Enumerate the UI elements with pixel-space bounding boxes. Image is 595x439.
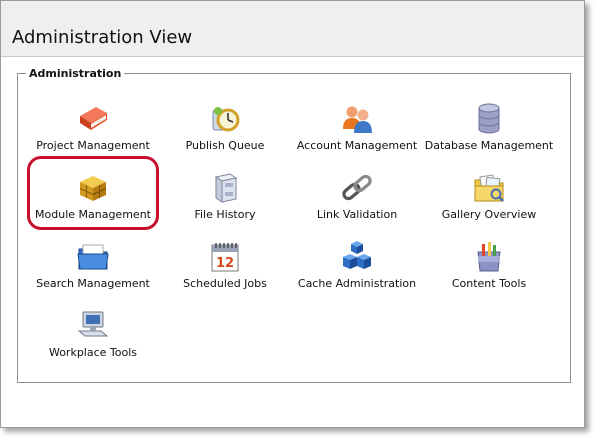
tool-search-management[interactable]: Search Management bbox=[23, 240, 163, 291]
tool-label: Content Tools bbox=[451, 277, 527, 290]
tool-label: Database Management bbox=[424, 139, 554, 152]
tool-label: Scheduled Jobs bbox=[183, 277, 267, 290]
admin-view-window: Administration View Administration Proje… bbox=[0, 0, 585, 428]
tool-label: Search Management bbox=[36, 277, 150, 290]
tool-label: Account Management bbox=[296, 139, 418, 152]
content-tools-icon bbox=[477, 242, 501, 272]
calendar-icon: 12 bbox=[211, 243, 239, 272]
users-icon bbox=[343, 106, 372, 133]
tool-label: File History bbox=[194, 208, 256, 221]
book-icon bbox=[80, 107, 107, 130]
file-cabinet-icon bbox=[214, 173, 238, 203]
tool-label: Link Validation bbox=[316, 208, 398, 221]
tool-scheduled-jobs[interactable]: 12 Scheduled Jobs bbox=[155, 240, 295, 291]
database-icon bbox=[478, 103, 500, 134]
tool-link-validation[interactable]: Link Validation bbox=[287, 171, 427, 222]
tool-file-history[interactable]: File History bbox=[155, 171, 295, 222]
chain-link-icon bbox=[342, 174, 372, 201]
view-header: Administration View bbox=[1, 1, 584, 57]
tool-project-management[interactable]: Project Management bbox=[23, 102, 163, 153]
svg-text:12: 12 bbox=[216, 256, 234, 271]
tool-label: Cache Administration bbox=[297, 277, 417, 290]
tool-label: Gallery Overview bbox=[441, 208, 537, 221]
tool-label: Workplace Tools bbox=[48, 346, 138, 359]
tool-account-management[interactable]: Account Management bbox=[287, 102, 427, 153]
tool-content-tools[interactable]: Content Tools bbox=[419, 240, 559, 291]
page-title: Administration View bbox=[12, 27, 193, 48]
tool-database-management[interactable]: Database Management bbox=[419, 102, 559, 153]
tool-publish-queue[interactable]: Publish Queue bbox=[155, 102, 295, 153]
computer-icon bbox=[77, 311, 109, 337]
tool-gallery-overview[interactable]: Gallery Overview bbox=[419, 171, 559, 222]
tool-label: Publish Queue bbox=[185, 139, 265, 152]
search-folder-icon bbox=[77, 244, 109, 270]
tool-cache-administration[interactable]: Cache Administration bbox=[287, 240, 427, 291]
module-management-highlight-ring bbox=[27, 156, 159, 230]
cache-cubes-icon bbox=[343, 241, 371, 269]
tool-workplace-tools[interactable]: Workplace Tools bbox=[23, 309, 163, 360]
gallery-folder-icon bbox=[474, 174, 504, 202]
tool-label: Project Management bbox=[36, 139, 150, 152]
clock-icon bbox=[212, 107, 240, 132]
group-legend: Administration bbox=[29, 67, 122, 80]
